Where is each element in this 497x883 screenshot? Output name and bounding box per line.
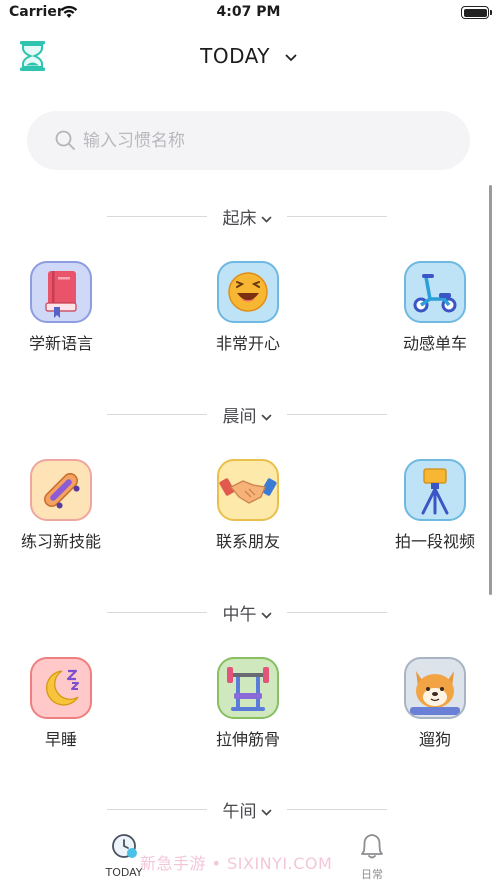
chevron-down-icon [261, 216, 271, 223]
divider [287, 809, 387, 810]
chevron-down-icon [261, 612, 271, 619]
moon-sleep-icon [46, 669, 79, 706]
habit-name: 练习新技能 [20, 532, 101, 551]
habit-tile [404, 261, 466, 323]
weight-bench-icon [227, 667, 269, 711]
tab-label: 日常 [361, 868, 383, 881]
page-title: TODAY [200, 44, 270, 68]
divider [107, 414, 207, 415]
handshake-icon [219, 478, 277, 504]
date-selector[interactable]: TODAY [0, 44, 497, 68]
battery-icon [461, 6, 492, 19]
habit-name: 非常开心 [215, 334, 280, 353]
search-icon [55, 130, 75, 150]
habit-tile [30, 459, 92, 521]
habit-contact-friend[interactable]: 联系朋友 [188, 459, 308, 559]
camera-tripod-icon [421, 468, 449, 515]
section-header-midday[interactable]: 午间 [0, 797, 497, 822]
chevron-down-icon [261, 809, 271, 816]
divider [287, 612, 387, 613]
section-header-noon[interactable]: 中午 [0, 600, 497, 625]
habit-tile [30, 657, 92, 719]
habit-name: 动感单车 [402, 334, 467, 353]
scooter-icon [413, 274, 457, 313]
chevron-down-icon [261, 414, 271, 421]
laughing-face-icon [228, 272, 268, 312]
skateboard-icon [44, 473, 80, 509]
search-bar[interactable] [27, 111, 470, 170]
habit-tile [404, 459, 466, 521]
habit-name: 拉伸筋骨 [215, 730, 280, 749]
habit-very-happy[interactable]: 非常开心 [188, 261, 308, 361]
habit-tile [404, 657, 466, 719]
habit-walk-dog[interactable]: 遛狗 [375, 657, 495, 757]
section-title: 晨间 [222, 407, 257, 427]
section-title: 中午 [222, 605, 257, 625]
divider [107, 809, 207, 810]
bell-icon [361, 834, 383, 859]
clock: 4:07 PM [216, 4, 281, 20]
section-header-morning[interactable]: 晨间 [0, 402, 497, 427]
section-title: 起床 [222, 209, 257, 229]
habit-name: 学新语言 [28, 334, 93, 353]
habit-shoot-video[interactable]: 拍一段视频 [375, 459, 495, 559]
habit-name: 联系朋友 [215, 532, 280, 551]
habit-new-skill[interactable]: 练习新技能 [1, 459, 121, 559]
dog-icon [410, 671, 460, 715]
chevron-down-icon [285, 54, 297, 61]
habit-tile [217, 459, 279, 521]
habit-spin-bike[interactable]: 动感单车 [375, 261, 495, 361]
divider [287, 414, 387, 415]
clock-face-icon [112, 834, 137, 858]
tab-daily[interactable]: 日常 [327, 832, 417, 882]
habit-name: 早睡 [44, 730, 77, 749]
habit-stretch[interactable]: 拉伸筋骨 [188, 657, 308, 757]
habit-tile [217, 657, 279, 719]
section-header-wake[interactable]: 起床 [0, 204, 497, 229]
divider [107, 216, 207, 217]
habit-name: 拍一段视频 [394, 532, 475, 551]
status-bar: Carrier 4:07 PM [0, 0, 497, 26]
section-title: 午间 [222, 802, 257, 822]
habit-tile [217, 261, 279, 323]
divider [107, 612, 207, 613]
watermark: 新急手游 • SIXINYI.COM [140, 854, 333, 873]
book-icon [45, 271, 77, 318]
search-input[interactable] [83, 128, 443, 154]
habit-sleep-early[interactable]: 早睡 [1, 657, 121, 757]
habit-name: 遛狗 [418, 730, 451, 749]
divider [287, 216, 387, 217]
habit-tile [30, 261, 92, 323]
habit-learn-language[interactable]: 学新语言 [1, 261, 121, 361]
